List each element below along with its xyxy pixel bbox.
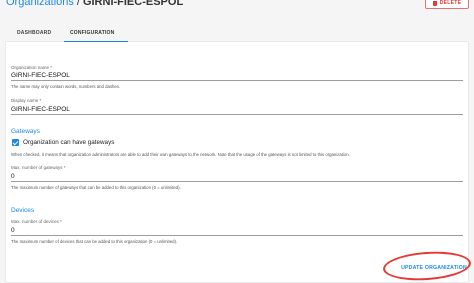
- org-name-underline: [11, 80, 463, 81]
- display-name-field[interactable]: GIRNI-FIEC-ESPOL: [11, 106, 70, 113]
- can-have-gateways-checkbox[interactable]: [12, 139, 19, 146]
- max-devices-field[interactable]: 0: [11, 227, 15, 234]
- tab-configuration[interactable]: CONFIGURATION: [70, 30, 114, 36]
- org-name-label: Organization name *: [11, 65, 53, 70]
- gateways-section-title: Gateways: [11, 128, 40, 135]
- delete-button[interactable]: DELETE: [425, 0, 469, 9]
- delete-button-label: DELETE: [439, 0, 462, 6]
- display-name-underline: [11, 114, 463, 115]
- trash-icon: [432, 0, 437, 6]
- org-name-field[interactable]: GIRNI-FIEC-ESPOL: [11, 72, 70, 79]
- max-devices-label: Max. number of devices *: [11, 219, 62, 224]
- max-gateways-underline: [11, 181, 463, 182]
- max-gateways-help: The maximum number of gateways that can …: [11, 185, 181, 190]
- configuration-form: Organization name * GIRNI-FIEC-ESPOL The…: [6, 42, 468, 282]
- update-organization-button[interactable]: UPDATE ORGANIZATION: [401, 265, 467, 275]
- can-have-gateways-label: Organization can have gateways: [23, 139, 115, 146]
- max-gateways-label: Max. number of gateways *: [11, 165, 66, 170]
- display-name-label: Display name *: [11, 98, 42, 103]
- org-name-help: The name may only contain words, numbers…: [11, 84, 121, 89]
- page-header: Organizations / GIRNI-FIEC-ESPOL DELETE: [0, 0, 474, 20]
- breadcrumb: Organizations / GIRNI-FIEC-ESPOL: [6, 0, 183, 8]
- max-devices-help: The maximum number of devices that can b…: [11, 239, 178, 244]
- max-gateways-field[interactable]: 0: [11, 173, 15, 180]
- max-devices-underline: [11, 235, 463, 236]
- breadcrumb-organizations-link[interactable]: Organizations: [6, 0, 74, 8]
- tab-dashboard[interactable]: DASHBOARD: [17, 30, 51, 36]
- devices-section-title: Devices: [11, 207, 35, 214]
- breadcrumb-current: GIRNI-FIEC-ESPOL: [82, 0, 184, 8]
- breadcrumb-separator: /: [76, 0, 80, 8]
- can-have-gateways-help: When checked, it means that organization…: [11, 152, 350, 157]
